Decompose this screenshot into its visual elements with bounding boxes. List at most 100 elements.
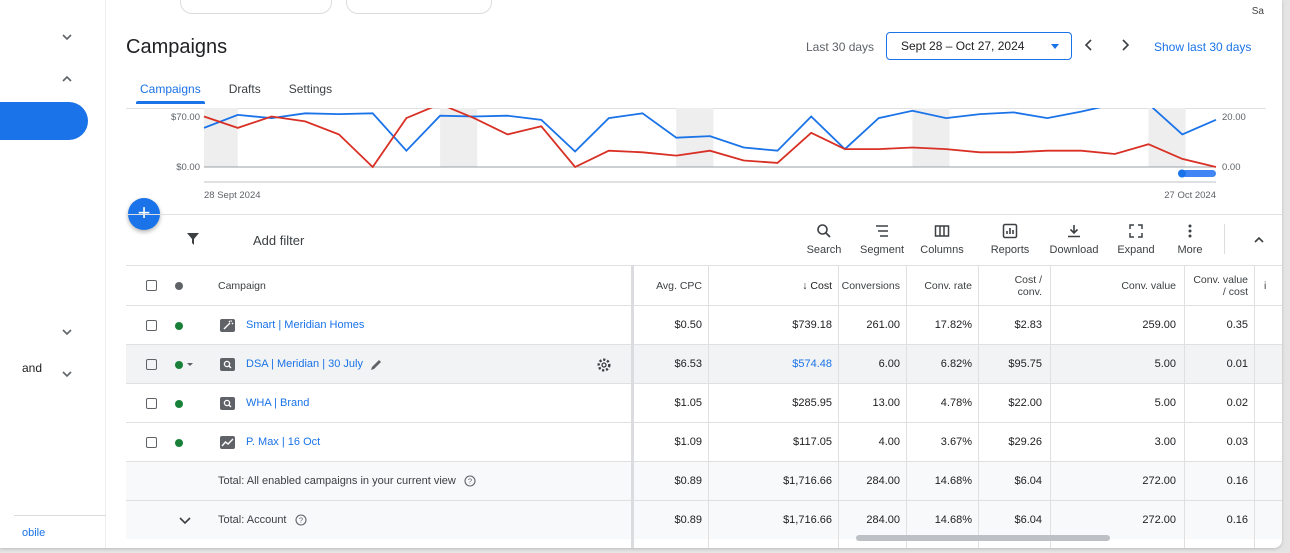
search-campaign-icon — [220, 397, 235, 410]
reports-icon — [980, 222, 1040, 240]
date-preset-label: Last 30 days — [806, 40, 875, 54]
pmax-campaign-icon — [220, 436, 235, 449]
performance-chart: $70.00 $0.00 20.00 0.00 28 Sept 2024 27 … — [126, 108, 1282, 204]
col-cvc-line2: / cost — [1222, 285, 1248, 298]
columns-tool-label: Columns — [920, 244, 964, 256]
row-checkbox[interactable] — [146, 359, 157, 370]
cell-avg-cpc: $1.05 — [674, 397, 702, 409]
total-conversions: 284.00 — [866, 514, 900, 526]
tab-settings[interactable]: Settings — [289, 82, 332, 104]
status-header-icon — [175, 282, 183, 290]
columns-tool-button[interactable]: Columns — [912, 222, 972, 256]
cell-conv-value: 5.00 — [1154, 358, 1176, 370]
col-conversions-header[interactable]: Conversions — [838, 266, 900, 305]
divider — [1224, 224, 1225, 254]
gear-icon[interactable] — [596, 357, 612, 373]
top-chip[interactable] — [346, 0, 492, 14]
cell-cost-conv: $29.26 — [1008, 436, 1042, 448]
table-row[interactable]: P. Max | 16 Oct $1.09 $117.05 4.00 3.67% $29.… — [126, 422, 1282, 461]
total-cost-conv: $6.04 — [1014, 475, 1042, 487]
row-checkbox[interactable] — [146, 398, 157, 409]
chart-svg: $70.00 $0.00 20.00 0.00 28 Sept 2024 27 … — [171, 108, 1246, 201]
table-row[interactable]: WHA | Brand $1.05 $285.95 13.00 4.78% $22.00 5… — [126, 383, 1282, 422]
total-cvc: 0.16 — [1226, 514, 1248, 526]
reports-tool-button[interactable]: Reports — [980, 222, 1040, 256]
col-conv-value-cost-header[interactable]: Conv. value / cost — [1186, 266, 1248, 305]
column-divider — [1050, 265, 1051, 548]
download-tool-button[interactable]: Download — [1044, 222, 1104, 256]
column-divider — [1184, 265, 1185, 548]
nav-selected-item[interactable] — [0, 102, 88, 140]
save-label-partial[interactable]: Sa — [1252, 6, 1264, 17]
expand-tool-button[interactable]: Expand — [1106, 222, 1166, 256]
more-tool-button[interactable]: More — [1160, 222, 1220, 256]
add-filter-input[interactable]: Add filter — [253, 233, 304, 248]
edit-pencil-icon[interactable] — [369, 358, 383, 372]
search-tool-button[interactable]: Search — [794, 222, 854, 256]
tab-drafts[interactable]: Drafts — [229, 82, 261, 104]
total-cvc: 0.16 — [1226, 475, 1248, 487]
status-enabled-icon[interactable] — [175, 322, 183, 330]
campaign-name-link[interactable]: P. Max | 16 Oct — [246, 436, 320, 448]
help-icon[interactable]: ? — [294, 514, 307, 526]
campaign-name-link[interactable]: Smart | Meridian Homes — [246, 319, 364, 331]
chevron-up-icon[interactable] — [60, 72, 74, 86]
columns-icon — [912, 222, 972, 240]
col-cost-header[interactable]: ↓ Cost — [710, 266, 832, 305]
col-cost-per-conv-header[interactable]: Cost / conv. — [978, 266, 1042, 305]
cell-avg-cpc: $0.50 — [674, 319, 702, 331]
range-slider-handle[interactable] — [1178, 169, 1186, 178]
table-total-row: Total: Account? $0.89 $1,716.66 284.00 14.68… — [126, 500, 1282, 539]
col-conv-rate-header[interactable]: Conv. rate — [906, 266, 972, 305]
column-divider — [906, 265, 907, 548]
cell-cvc: 0.35 — [1226, 319, 1248, 331]
row-checkbox[interactable] — [146, 320, 157, 331]
status-enabled-icon[interactable] — [175, 400, 183, 408]
horizontal-scrollbar[interactable] — [856, 535, 1110, 541]
cell-avg-cpc: $6.53 — [674, 358, 702, 370]
nav-link-mobile[interactable]: obile — [22, 527, 45, 539]
date-range-picker[interactable]: Sept 28 – Oct 27, 2024 — [886, 32, 1072, 60]
row-checkbox[interactable] — [146, 437, 157, 448]
cell-conversions: 13.00 — [872, 397, 900, 409]
chevron-left-icon[interactable] — [1082, 38, 1096, 52]
col-cost-per-conv-line1: Cost / — [1014, 273, 1042, 286]
chevron-up-icon[interactable] — [1252, 233, 1266, 247]
campaign-name-link[interactable]: DSA | Meridian | 30 July — [246, 358, 363, 370]
status-enabled-icon[interactable] — [175, 439, 183, 447]
col-conv-value-header[interactable]: Conv. value — [1052, 266, 1176, 305]
chevron-down-icon[interactable] — [60, 367, 74, 381]
total-conversions: 284.00 — [866, 475, 900, 487]
tab-campaigns[interactable]: Campaigns — [136, 82, 205, 104]
chevron-down-icon[interactable] — [60, 325, 74, 339]
top-chip[interactable] — [180, 0, 332, 14]
segment-tool-button[interactable]: Segment — [852, 222, 912, 256]
select-all-checkbox[interactable] — [146, 280, 157, 291]
divider — [126, 214, 1282, 215]
col-campaign-header[interactable]: Campaign — [218, 266, 266, 305]
nav-item-label[interactable]: and — [22, 361, 42, 375]
smart-campaign-icon — [220, 319, 235, 332]
col-avg-cpc-header[interactable]: Avg. CPC — [638, 266, 702, 305]
cell-cost-conv: $95.75 — [1008, 358, 1042, 370]
col-overflow-header[interactable]: i — [1264, 266, 1266, 305]
chevron-down-icon[interactable] — [178, 514, 192, 528]
range-slider[interactable] — [1182, 170, 1216, 177]
show-last-30-days-link[interactable]: Show last 30 days — [1154, 40, 1251, 54]
cell-conversions: 261.00 — [866, 319, 900, 331]
svg-text:?: ? — [468, 477, 472, 486]
table-row[interactable]: Smart | Meridian Homes $0.50 $739.18 261.00… — [126, 305, 1282, 344]
filter-icon[interactable] — [186, 232, 200, 246]
status-dropdown-icon[interactable] — [186, 362, 194, 368]
chevron-right-icon[interactable] — [1118, 38, 1132, 52]
table-row[interactable]: DSA | Meridian | 30 July $6.53 $574.48 6.00… — [126, 344, 1282, 383]
search-icon — [794, 222, 854, 240]
chevron-down-icon[interactable] — [60, 30, 74, 44]
search-tool-label: Search — [806, 244, 842, 256]
total-conv-rate: 14.68% — [934, 475, 972, 487]
status-enabled-icon[interactable] — [175, 361, 183, 369]
column-divider — [978, 265, 979, 548]
page-title: Campaigns — [126, 36, 228, 58]
campaign-name-link[interactable]: WHA | Brand — [246, 397, 309, 409]
help-icon[interactable]: ? — [464, 475, 476, 487]
